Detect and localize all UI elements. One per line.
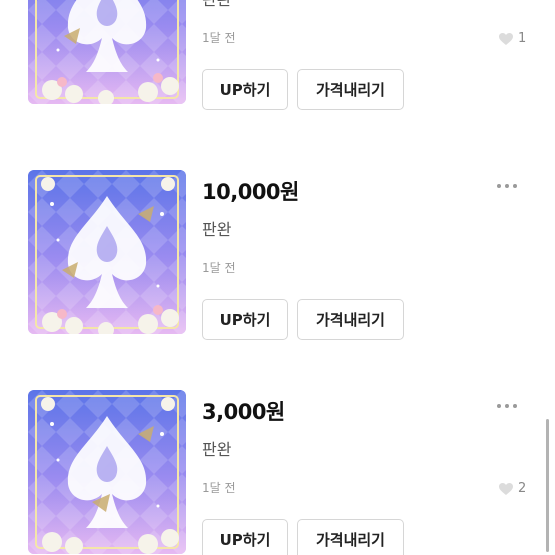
listing-time: 1달 전: [202, 261, 236, 275]
listing-status: 판완: [202, 0, 231, 10]
listing-time: 1달 전: [202, 31, 236, 45]
price-down-button[interactable]: 가격내리기: [297, 69, 404, 110]
up-button[interactable]: UP하기: [202, 69, 288, 110]
more-dots-icon[interactable]: [497, 184, 517, 188]
like-count: 1: [498, 31, 526, 46]
like-count-value: 2: [518, 481, 527, 496]
listing-status: 판완: [202, 440, 232, 459]
more-dots-icon[interactable]: [497, 404, 517, 408]
listing-status: 판완: [202, 220, 232, 239]
up-button[interactable]: UP하기: [202, 519, 288, 555]
up-button[interactable]: UP하기: [202, 299, 288, 340]
like-count: 2: [498, 481, 526, 496]
listing-item[interactable]: 10,000원 판완 1달 전 UP하기 가격내리기: [0, 148, 555, 353]
listing-item[interactable]: 판완 1달 전 1 UP하기 가격내리기: [0, 0, 555, 123]
like-count-value: 1: [518, 31, 527, 46]
price-down-button[interactable]: 가격내리기: [297, 299, 404, 340]
heart-icon: [499, 32, 513, 45]
price-down-button[interactable]: 가격내리기: [297, 519, 404, 555]
scrollbar[interactable]: [546, 419, 549, 552]
spade-card-image: [28, 170, 186, 334]
spade-card-image: [28, 0, 186, 104]
product-thumbnail[interactable]: [28, 390, 186, 554]
listing-item[interactable]: 3,000원 판완 1달 전 2 UP하기 가격내리기: [0, 368, 555, 555]
listing-price: 3,000원: [202, 400, 285, 424]
listing-time: 1달 전: [202, 481, 236, 495]
listing-price: 10,000원: [202, 180, 299, 204]
product-thumbnail[interactable]: [28, 0, 186, 104]
product-thumbnail[interactable]: [28, 170, 186, 334]
heart-icon: [499, 482, 513, 495]
spade-card-image: [28, 390, 186, 554]
